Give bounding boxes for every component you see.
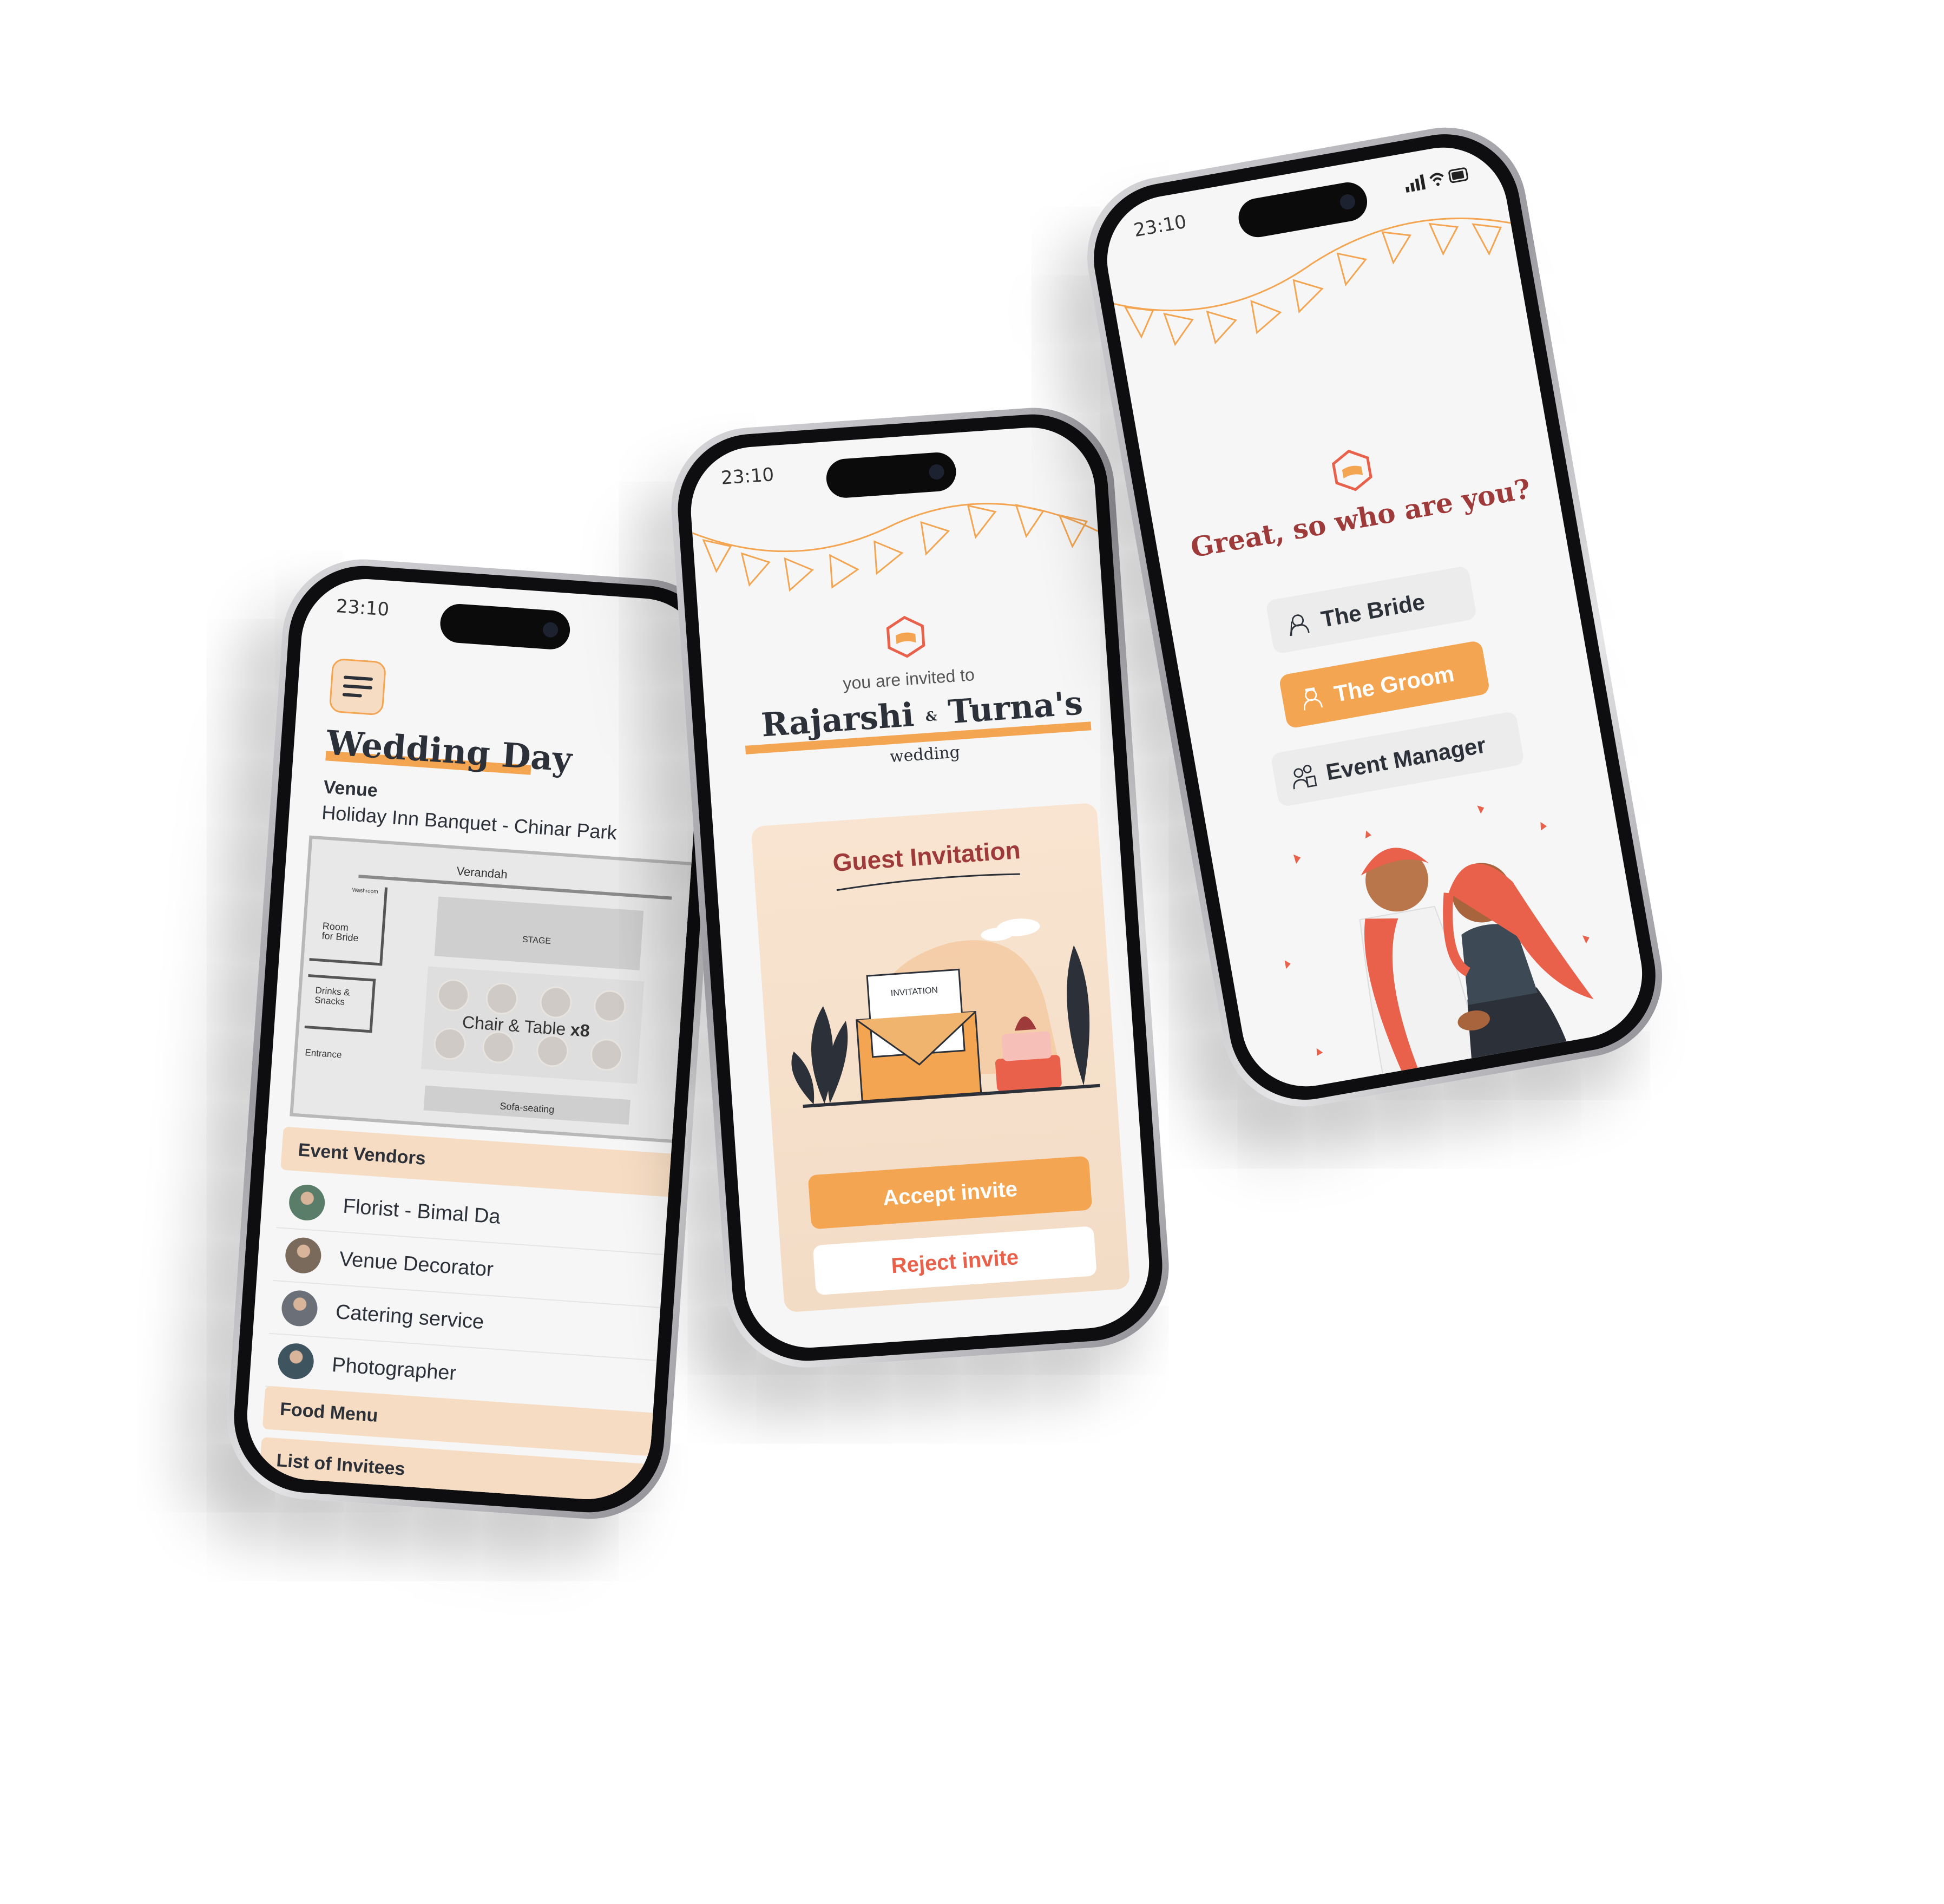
hamburger-icon xyxy=(342,675,373,698)
status-time: 23:10 xyxy=(335,595,390,621)
invitation-card: Guest Invitation INVITATION Accept invit… xyxy=(751,802,1131,1313)
floor-plan[interactable]: Verandah Washroom Room for Bride STAGE D… xyxy=(290,835,710,1146)
ampersand: & xyxy=(924,708,938,725)
role-screen: 23:10 Great, so who are you? The Bride T… xyxy=(1096,137,1653,1097)
status-time: 23:10 xyxy=(1132,211,1188,242)
floorplan-verandah: Verandah xyxy=(456,864,508,882)
avatar-florist xyxy=(287,1183,326,1222)
phone-home-screen: 23:10 Wedding Day Venue Holiday Inn Banq… xyxy=(222,554,731,1525)
avatar-catering xyxy=(280,1289,319,1328)
floorplan-stage-label: STAGE xyxy=(522,935,551,947)
vendor-name: Photographer xyxy=(331,1353,457,1385)
menu-button[interactable] xyxy=(329,658,387,716)
status-icons xyxy=(1403,165,1471,196)
vendor-list: Florist - Bimal Da Venue Decorator Caterin… xyxy=(265,1175,691,1416)
accept-invite-button[interactable]: Accept invite xyxy=(807,1155,1093,1230)
role-option-the-bride[interactable]: The Bride xyxy=(1265,565,1477,655)
floorplan-drinks-label: Drinks & Snacks xyxy=(314,985,351,1007)
bride-icon xyxy=(1290,614,1310,636)
app-logo-icon xyxy=(1331,449,1372,491)
dynamic-island xyxy=(439,602,572,651)
phone-invite-screen: 23:10 you are invited to Rajarshi & Turn… xyxy=(666,402,1174,1373)
avatar-decorator xyxy=(284,1236,323,1275)
vendor-name: Catering service xyxy=(334,1301,485,1334)
tab-home[interactable]: 6Home xyxy=(243,1502,344,1503)
role-option-label: The Bride xyxy=(1319,588,1427,632)
bunting-decoration xyxy=(692,503,1099,592)
page-title: Wedding Day xyxy=(325,723,574,779)
role-option-the-groom[interactable]: The Groom xyxy=(1278,640,1490,730)
event-manager-icon xyxy=(1293,765,1317,790)
signal-icon xyxy=(1405,167,1468,193)
dynamic-island xyxy=(825,451,957,500)
avatar-photographer xyxy=(277,1342,315,1381)
home-screen: 23:10 Wedding Day Venue Holiday Inn Banq… xyxy=(242,574,710,1504)
role-option-label: Event Manager xyxy=(1324,732,1488,785)
venue-label: Venue xyxy=(323,777,379,802)
invite-screen: 23:10 you are invited to Rajarshi & Turn… xyxy=(686,423,1154,1353)
groom-icon xyxy=(1304,687,1323,711)
vendor-name: Florist - Bimal Da xyxy=(342,1194,502,1229)
venue-name[interactable]: Holiday Inn Banquet - Chinar Park xyxy=(321,801,618,844)
accept-invite-label: Accept invite xyxy=(882,1177,1019,1211)
invitees-label: List of Invitees xyxy=(275,1450,406,1480)
role-options: The Bride The Groom Event Manager xyxy=(1244,560,1525,807)
vendors-header-label: Event Vendors xyxy=(297,1139,426,1169)
status-time: 23:10 xyxy=(720,464,775,489)
chairs-count: x8 xyxy=(569,1020,590,1041)
floorplan-entrance: Entrance xyxy=(304,1047,343,1060)
food-menu-label: Food Menu xyxy=(279,1399,379,1426)
reject-invite-label: Reject invite xyxy=(890,1245,1020,1278)
app-logo-icon xyxy=(886,615,925,658)
reject-invite-button[interactable]: Reject invite xyxy=(812,1226,1097,1296)
floorplan-stage xyxy=(434,896,644,970)
floorplan-room-bride: Room for Bride xyxy=(321,920,359,944)
vendor-name: Venue Decorator xyxy=(338,1248,494,1282)
phone-role-screen: 23:10 Great, so who are you? The Bride T… xyxy=(1074,115,1675,1119)
role-option-label: The Groom xyxy=(1332,660,1456,707)
envelope-illustration: INVITATION xyxy=(791,918,1100,1108)
